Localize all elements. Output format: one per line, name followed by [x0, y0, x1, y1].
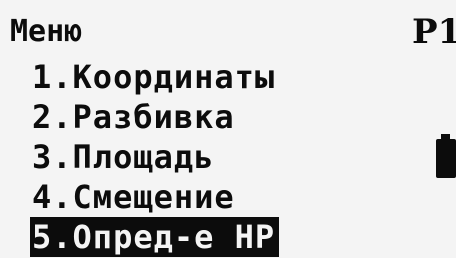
menu-item-height-determination[interactable]: 5.Опред-е НР — [30, 217, 280, 257]
menu-item-label: 2.Разбивка — [32, 98, 235, 136]
menu-item-label: 3.Площадь — [32, 138, 215, 176]
menu-item-stakeout[interactable]: 2.Разбивка — [32, 97, 279, 137]
menu-title: Меню — [10, 14, 83, 49]
menu-item-offset[interactable]: 4.Смещение — [32, 177, 279, 217]
instrument-screen: Меню P1 1.Координаты 2.Разбивка 3.Площад… — [0, 0, 456, 258]
menu-list: 1.Координаты 2.Разбивка 3.Площадь 4.Смещ… — [30, 57, 280, 257]
menu-item-area[interactable]: 3.Площадь — [32, 137, 279, 177]
menu-item-coordinates[interactable]: 1.Координаты — [32, 57, 279, 97]
menu-item-label: 4.Смещение — [32, 178, 235, 216]
menu-item-label: 5.Опред-е НР — [32, 218, 276, 256]
page-indicator[interactable]: P1 — [412, 14, 456, 50]
battery-icon — [434, 134, 456, 178]
menu-item-label: 1.Координаты — [32, 58, 276, 96]
